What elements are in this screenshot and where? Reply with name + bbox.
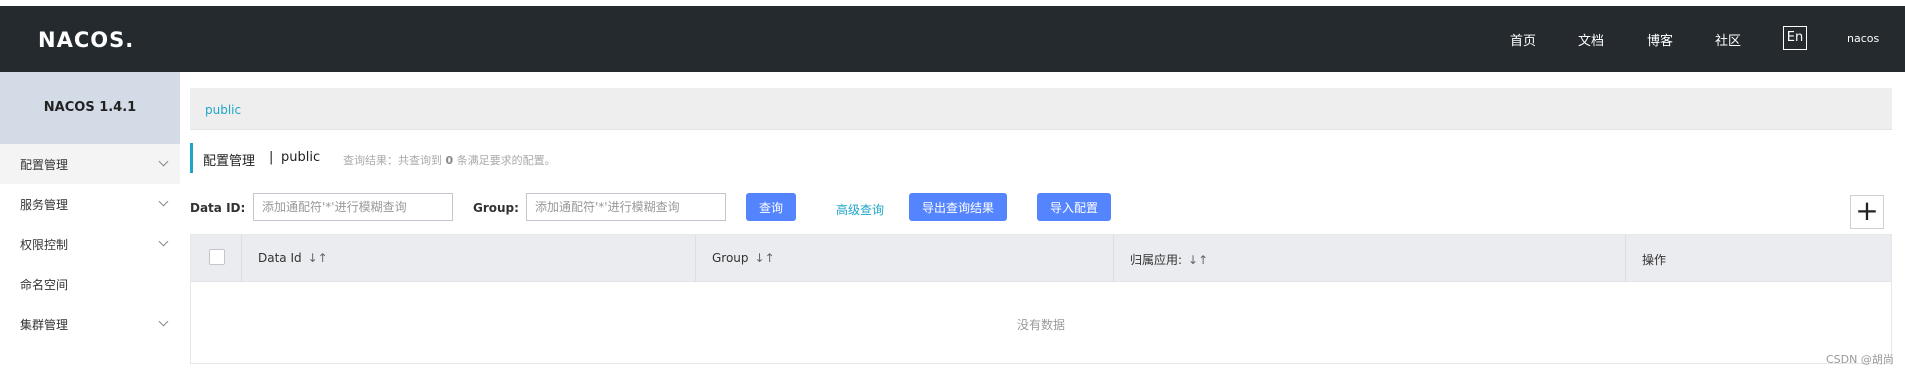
advanced-query-link[interactable]: 高级查询: [836, 201, 884, 218]
language-toggle-button[interactable]: En: [1783, 26, 1807, 50]
sort-icon[interactable]: ↓↑: [755, 251, 775, 265]
config-table: Data Id ↓↑ Group ↓↑ 归属应用: ↓↑ 操作 没有数据: [190, 234, 1892, 364]
table-header: Data Id ↓↑ Group ↓↑ 归属应用: ↓↑ 操作: [191, 235, 1891, 282]
sidebar-item-access-control[interactable]: 权限控制: [0, 224, 180, 264]
nav-docs[interactable]: 文档: [1578, 30, 1604, 49]
data-id-label: Data ID:: [190, 201, 246, 215]
column-app[interactable]: 归属应用: ↓↑: [1113, 235, 1625, 282]
add-config-button[interactable]: +: [1850, 195, 1884, 229]
column-actions: 操作: [1625, 235, 1891, 282]
top-nav: 首页 文档 博客 社区 En nacos: [0, 6, 1905, 72]
nacos-config-page: NACOS. 首页 文档 博客 社区 En nacos NACOS 1.4.1 …: [0, 0, 1905, 373]
sort-icon[interactable]: ↓↑: [308, 251, 328, 265]
page-title: 配置管理: [203, 154, 256, 169]
sidebar-item-label: 配置管理: [20, 158, 69, 172]
column-data-id[interactable]: Data Id ↓↑: [241, 235, 695, 282]
sort-icon[interactable]: ↓↑: [1188, 253, 1208, 267]
current-namespace: public: [281, 150, 321, 165]
right-edge: [1895, 72, 1905, 373]
query-button[interactable]: 查询: [746, 193, 796, 221]
sidebar: NACOS 1.4.1 配置管理 服务管理 权限控制 命名空间 集群管理: [0, 72, 180, 373]
namespace-bar: public: [190, 88, 1892, 130]
chevron-down-icon: [158, 236, 169, 247]
column-group[interactable]: Group ↓↑: [695, 235, 1113, 282]
sidebar-item-service-management[interactable]: 服务管理: [0, 184, 180, 224]
query-result-summary: 查询结果：共查询到 0 条满足要求的配置。: [343, 154, 556, 167]
group-label: Group:: [473, 201, 519, 215]
sidebar-item-config-management[interactable]: 配置管理: [0, 144, 180, 184]
title-separator: |: [269, 150, 274, 165]
nav-home[interactable]: 首页: [1510, 30, 1536, 49]
data-id-input[interactable]: [253, 193, 453, 221]
sidebar-header: NACOS 1.4.1: [0, 72, 180, 144]
nav-blog[interactable]: 博客: [1647, 30, 1673, 49]
nav-community[interactable]: 社区: [1715, 30, 1741, 49]
top-header: NACOS. 首页 文档 博客 社区 En nacos: [0, 6, 1905, 72]
filter-row: Data ID: Group: 查询 高级查询 导出查询结果 导入配置: [190, 191, 1895, 225]
sidebar-title: NACOS 1.4.1: [43, 100, 137, 115]
chevron-down-icon: [158, 196, 169, 207]
sidebar-item-label: 服务管理: [20, 198, 69, 212]
empty-table-message: 没有数据: [1016, 318, 1065, 332]
select-all-cell: [191, 235, 241, 282]
sidebar-item-label: 权限控制: [20, 238, 69, 252]
sidebar-item-label: 集群管理: [20, 318, 69, 332]
main-content: public 配置管理 | public 查询结果：共查询到 0 条满足要求的配…: [190, 72, 1895, 373]
select-all-checkbox[interactable]: [209, 249, 225, 265]
import-config-button[interactable]: 导入配置: [1037, 193, 1111, 221]
user-menu[interactable]: nacos: [1847, 32, 1879, 45]
sidebar-item-namespace[interactable]: 命名空间: [0, 264, 180, 304]
chevron-down-icon: [158, 316, 169, 327]
chevron-down-icon: [158, 156, 169, 167]
export-results-button[interactable]: 导出查询结果: [909, 193, 1007, 221]
page-title-row: 配置管理 | public 查询结果：共查询到 0 条满足要求的配置。: [190, 143, 990, 173]
sidebar-item-label: 命名空间: [20, 278, 69, 292]
group-input[interactable]: [526, 193, 726, 221]
namespace-link-public[interactable]: public: [205, 103, 241, 117]
sidebar-item-cluster-management[interactable]: 集群管理: [0, 304, 180, 344]
csdn-watermark: CSDN @胡尚: [1826, 353, 1894, 366]
title-accent-bar: [190, 143, 193, 173]
